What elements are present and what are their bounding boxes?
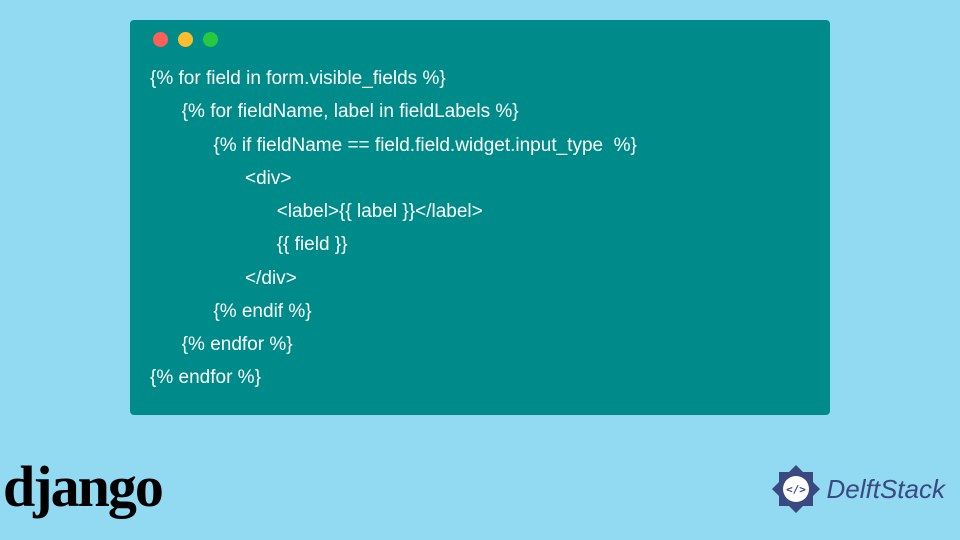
close-icon: [153, 32, 168, 47]
maximize-icon: [203, 32, 218, 47]
delftstack-icon: </>: [770, 463, 822, 515]
delftstack-logo: </> DelftStack: [770, 463, 946, 515]
svg-text:</>: </>: [786, 483, 806, 496]
minimize-icon: [178, 32, 193, 47]
traffic-lights: [153, 32, 810, 47]
delftstack-text: DelftStack: [827, 474, 946, 505]
django-logo: django: [3, 453, 162, 520]
code-block: {% for field in form.visible_fields %} {…: [130, 20, 830, 415]
code-content: {% for field in form.visible_fields %} {…: [150, 62, 810, 395]
